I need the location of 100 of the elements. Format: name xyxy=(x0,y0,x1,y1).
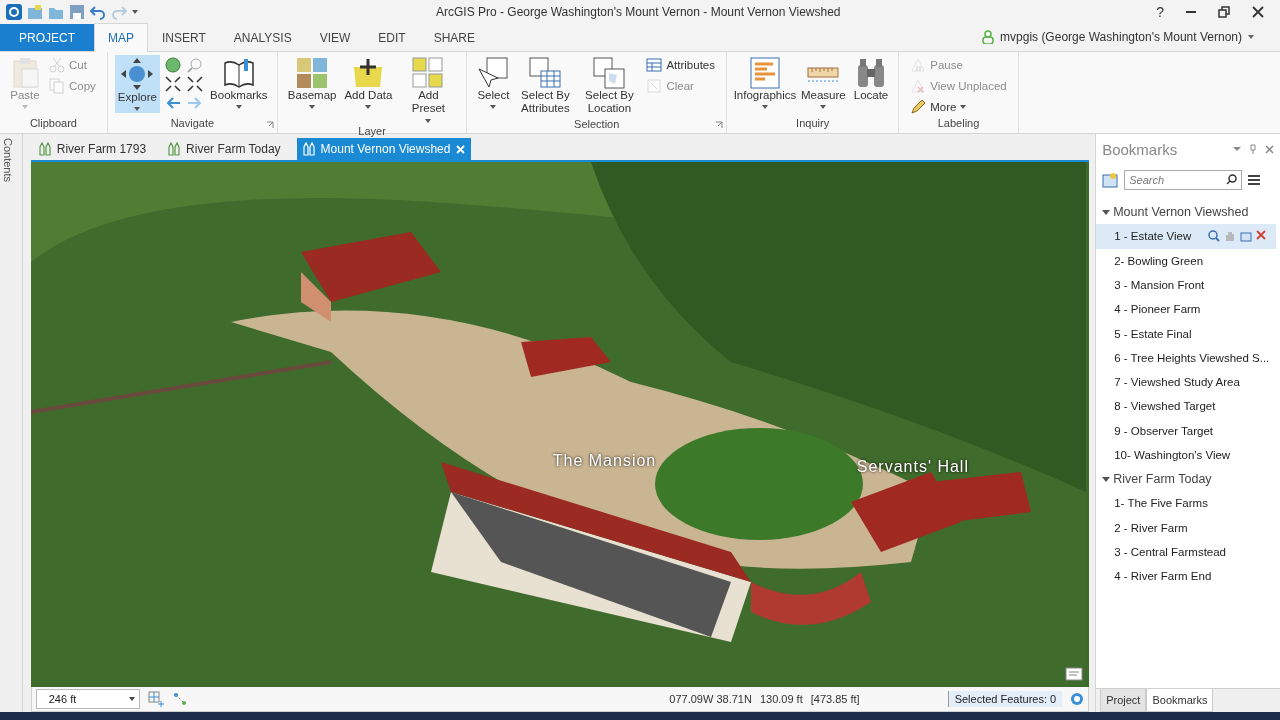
bookmark-group[interactable]: Mount Vernon Viewshed xyxy=(1096,200,1255,225)
pane-menu-caret-icon xyxy=(1233,145,1241,154)
undo-icon xyxy=(90,3,106,20)
pane-tab[interactable]: Project xyxy=(1100,689,1147,713)
bookmark-item[interactable]: 1 - Estate View xyxy=(1096,224,1277,249)
user-icon xyxy=(982,30,995,45)
ribbon-tab[interactable]: MAP xyxy=(94,23,149,53)
label-cross-icon xyxy=(910,78,927,95)
save-icon xyxy=(69,3,85,20)
add-plus-icon xyxy=(352,57,385,90)
ribbon-tab[interactable]: VIEW xyxy=(305,24,365,52)
bookmark-item[interactable]: 1- The Five Farms xyxy=(1096,491,1277,516)
bookmark-item[interactable]: 5 - Estate Final xyxy=(1096,321,1277,346)
ribbon-group-label: Labeling xyxy=(937,117,980,132)
copy-pages-icon xyxy=(49,78,65,95)
close-icon xyxy=(1252,5,1264,18)
ribbon-group-label: Layer xyxy=(358,124,386,137)
selected-features-count[interactable]: Selected Features: 0 xyxy=(947,691,1063,708)
bookmark-item[interactable]: 3 - Central Farmstead xyxy=(1096,539,1277,565)
bookmark-item[interactable]: 9 - Observer Target xyxy=(1096,418,1277,443)
ribbon-button[interactable]: Select By Location xyxy=(578,55,641,118)
ribbon-tab[interactable]: EDIT xyxy=(364,24,420,52)
ribbon-button[interactable]: Bookmarks xyxy=(207,55,270,114)
scissors-icon xyxy=(49,57,65,74)
new-project-icon xyxy=(27,3,43,20)
user-account[interactable]: mvpgis (George Washington's Mount Vernon) xyxy=(1000,30,1242,45)
map-view-icon xyxy=(302,142,315,157)
ribbon-small-button[interactable]: More xyxy=(906,98,1011,117)
bookmark-item[interactable]: 4 - River Farm End xyxy=(1096,564,1277,589)
ribbon-button[interactable]: Add Data xyxy=(341,55,396,114)
report-chart-icon xyxy=(749,57,781,90)
scale-dropdown[interactable]: 246 ft xyxy=(35,689,140,710)
ribbon-button[interactable]: Infographics xyxy=(734,55,796,114)
ribbon-button[interactable]: Locate xyxy=(850,55,892,114)
contents-pane-tab[interactable]: Contents xyxy=(0,134,16,187)
map-view-tab[interactable]: Mount Vernon Viewshed xyxy=(296,138,472,161)
ribbon-small-button[interactable]: Attributes xyxy=(642,56,719,75)
clear-selection-icon xyxy=(646,78,663,95)
pencil-icon xyxy=(910,99,927,116)
notification-icon xyxy=(1065,667,1084,682)
restore-icon xyxy=(1218,5,1230,18)
preset-grid-icon xyxy=(412,57,445,90)
pane-title: Bookmarks xyxy=(1102,140,1178,158)
bookmark-item[interactable]: 6 - Tree Heights Viewshed S... xyxy=(1096,345,1277,371)
overlap-select-icon xyxy=(593,57,626,90)
ribbon-button[interactable]: Select By Attributes xyxy=(514,55,577,118)
dialog-launcher-icon[interactable] xyxy=(265,121,274,130)
ribbon-button[interactable]: Basemap xyxy=(284,55,340,114)
ribbon-tab[interactable]: INSERT xyxy=(148,24,220,52)
ribbon-button[interactable]: Explore xyxy=(114,55,160,114)
expanded-caret-icon xyxy=(1102,475,1111,484)
coordinates-readout: 077.09W 38.71N xyxy=(669,693,752,706)
binoculars-icon xyxy=(855,57,887,90)
ribbon-tab[interactable]: SHARE xyxy=(419,24,489,52)
ribbon-tab[interactable]: PROJECT xyxy=(0,24,94,52)
dropdown-caret-icon xyxy=(128,696,135,703)
pin-icon xyxy=(1249,144,1257,155)
ribbon-group-label: Inquiry xyxy=(796,117,830,132)
distance-readout: [473.85 ft] xyxy=(810,693,860,706)
snapping-icon xyxy=(171,691,188,708)
help-button[interactable]: ? xyxy=(1156,3,1164,20)
zoom-icon xyxy=(1208,230,1221,243)
pane-tab[interactable]: Bookmarks xyxy=(1146,689,1214,713)
app-logo-icon xyxy=(6,3,22,20)
bookmark-item[interactable]: 3 - Mansion Front xyxy=(1096,272,1277,298)
dialog-launcher-icon[interactable] xyxy=(715,121,723,130)
bookmark-item[interactable]: 2 - River Farm xyxy=(1096,515,1277,540)
ribbon-group-label: Navigate xyxy=(170,117,215,132)
ribbon-button[interactable]: Measure xyxy=(798,55,849,114)
new-bookmark-icon xyxy=(1102,172,1119,189)
globe-icon xyxy=(164,57,181,74)
search-field[interactable]: Search xyxy=(1124,170,1243,191)
close-icon xyxy=(1265,144,1274,154)
open-book-icon xyxy=(221,57,256,90)
redo-icon xyxy=(111,3,127,20)
map-view-tab[interactable]: River Farm Today xyxy=(162,138,287,161)
ribbon-button[interactable]: Select xyxy=(474,55,513,114)
customize-caret-icon xyxy=(132,9,138,14)
refresh-icon xyxy=(1070,692,1085,707)
ribbon-group-label: Clipboard xyxy=(29,117,77,132)
clipboard-icon xyxy=(10,57,40,90)
bookmark-item[interactable]: 7 - Viewshed Study Area xyxy=(1096,370,1277,395)
zoom-extent-icon xyxy=(186,57,203,74)
ribbon-button[interactable]: Add Preset xyxy=(397,55,460,125)
bookmark-item[interactable]: 4 - Pioneer Farm xyxy=(1096,297,1277,322)
update-bookmark-icon xyxy=(1240,230,1253,243)
pan-compass-icon xyxy=(120,57,155,92)
pointer-select-icon xyxy=(477,57,510,90)
table-select-icon xyxy=(529,57,562,90)
map-label: The Mansion xyxy=(552,452,657,471)
bookmark-item[interactable]: 10- Washington's View xyxy=(1096,442,1277,468)
bookmark-item[interactable]: 8 - Viewshed Target xyxy=(1096,394,1277,419)
ribbon-tab[interactable]: ANALYSIS xyxy=(219,24,306,52)
bookmark-item[interactable]: 2- Bowling Green xyxy=(1096,248,1277,273)
expanded-caret-icon xyxy=(1102,208,1111,217)
grid-add-icon xyxy=(147,691,164,708)
minimize-icon xyxy=(1186,10,1196,13)
ribbon-group-label: Selection xyxy=(574,117,620,132)
bookmark-group[interactable]: River Farm Today xyxy=(1096,467,1218,492)
map-view-tab[interactable]: River Farm 1793 xyxy=(32,138,153,161)
